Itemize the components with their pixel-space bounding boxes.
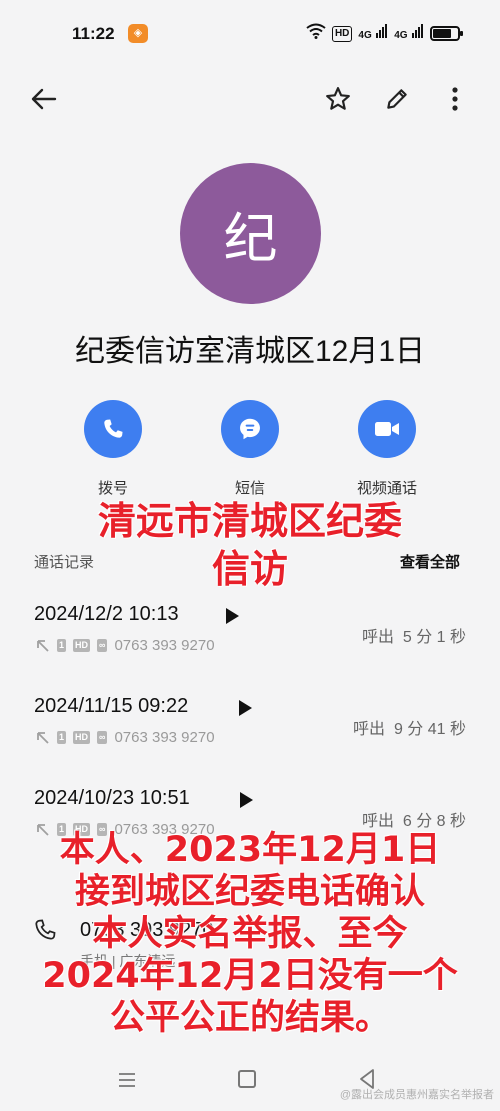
call-direction: 呼出 (361, 629, 394, 646)
contact-name: 纪委信访室清城区12月1日 (74, 335, 426, 368)
video-call-action[interactable]: 视频通话 (327, 400, 447, 498)
network-type-label: 4G (358, 30, 372, 41)
call-log-row[interactable]: 2024/11/15 09:22 1 HD ∞ 0763 393 9270 呼出… (0, 695, 500, 775)
play-recording-button[interactable] (235, 789, 257, 811)
call-direction: 呼出 (353, 721, 386, 738)
call-duration: 呼出 5 分 1 秒 (362, 623, 466, 647)
call-duration-value: 6 分 8 秒 (402, 813, 466, 830)
video-icon (375, 422, 399, 436)
overlay-line: 清远市清城区纪委 (97, 499, 402, 543)
call-label: 拨号 (97, 480, 128, 497)
watermark: @露出会成员惠州嘉实名举报者 (339, 1089, 494, 1101)
edit-button[interactable] (375, 77, 419, 121)
wifi-icon (306, 23, 326, 44)
overlay-caption-top: 清远市清城区纪委 信访 (30, 497, 470, 594)
hd-voice-indicator: HD (331, 25, 353, 42)
status-bar: 11:22 ◈ HD 4G 4G (0, 0, 500, 62)
back-button[interactable] (22, 77, 66, 121)
call-duration-value: 9 分 41 秒 (393, 721, 466, 738)
status-time: 11:22 (72, 24, 115, 43)
play-icon (240, 792, 253, 808)
video-call-label: 视频通话 (356, 480, 417, 497)
call-datetime: 2024/10/23 10:51 (34, 787, 190, 809)
overlay-line: 本人、2023年12月1日 (59, 830, 441, 870)
contact-avatar: 纪 (180, 163, 321, 304)
outgoing-call-icon (37, 639, 49, 652)
sms-button[interactable] (221, 400, 279, 458)
phone-icon (104, 419, 123, 438)
play-icon (239, 700, 252, 716)
call-duration: 呼出 9 分 41 秒 (353, 715, 466, 739)
voicemail-icon: ∞ (97, 731, 108, 744)
overlay-line: 信访 (211, 547, 288, 592)
call-button[interactable] (84, 400, 142, 458)
notification-app-icon: ◈ (128, 24, 148, 43)
arrow-left-icon (31, 88, 57, 110)
sim-badge: 1 (57, 639, 67, 652)
overlay-line: 公平公正的结果。 (109, 998, 390, 1038)
sim-badge: 1 (57, 731, 67, 744)
signal-icon: 4G (358, 24, 388, 43)
call-meta: 1 HD ∞ 0763 393 9270 (36, 637, 215, 654)
recent-apps-button[interactable] (117, 1071, 137, 1094)
call-duration: 呼出 6 分 8 秒 (362, 807, 466, 831)
overlay-caption-bottom: 本人、2023年12月1日 接到城区纪委电话确认 本人实名举报、至今 2024年… (10, 829, 490, 1039)
hd-badge: HD (73, 731, 91, 744)
sms-label: 短信 (234, 480, 265, 497)
call-direction: 呼出 (361, 813, 394, 830)
call-datetime: 2024/12/2 10:13 (34, 603, 179, 625)
network-type-label-2: 4G (394, 30, 408, 41)
call-number: 0763 393 9270 (114, 637, 215, 654)
message-icon (240, 418, 260, 440)
signal-icon-2: 4G (394, 24, 424, 43)
status-indicators: HD 4G 4G (306, 23, 463, 44)
overlay-line: 2024年12月2日没有一个 (42, 956, 458, 996)
more-vertical-icon (452, 87, 458, 111)
overlay-line: 接到城区纪委电话确认 (74, 872, 425, 912)
favorite-button[interactable] (316, 77, 360, 121)
call-datetime: 2024/11/15 09:22 (34, 695, 189, 717)
battery-icon (430, 26, 463, 41)
sms-action[interactable]: 短信 (190, 400, 310, 498)
home-button[interactable] (238, 1070, 256, 1088)
system-navigation-bar: @露出会成员惠州嘉实名举报者 (0, 1058, 500, 1111)
hd-badge: HD (73, 639, 91, 652)
voicemail-icon: ∞ (97, 639, 108, 652)
video-call-button[interactable] (358, 400, 416, 458)
call-meta: 1 HD ∞ 0763 393 9270 (36, 729, 215, 746)
play-icon (226, 608, 239, 624)
play-recording-button[interactable] (221, 605, 243, 627)
call-action[interactable]: 拨号 (53, 400, 173, 498)
menu-icon (119, 1073, 135, 1087)
call-number: 0763 393 9270 (114, 729, 215, 746)
outgoing-call-icon (37, 731, 49, 744)
call-log-row[interactable]: 2024/12/2 10:13 1 HD ∞ 0763 393 9270 呼出 … (0, 603, 500, 683)
overlay-line: 本人实名举报、至今 (92, 914, 408, 954)
more-options-button[interactable] (433, 77, 477, 121)
star-icon (326, 87, 350, 110)
pencil-icon (387, 89, 407, 109)
call-duration-value: 5 分 1 秒 (402, 629, 466, 646)
play-recording-button[interactable] (234, 697, 256, 719)
